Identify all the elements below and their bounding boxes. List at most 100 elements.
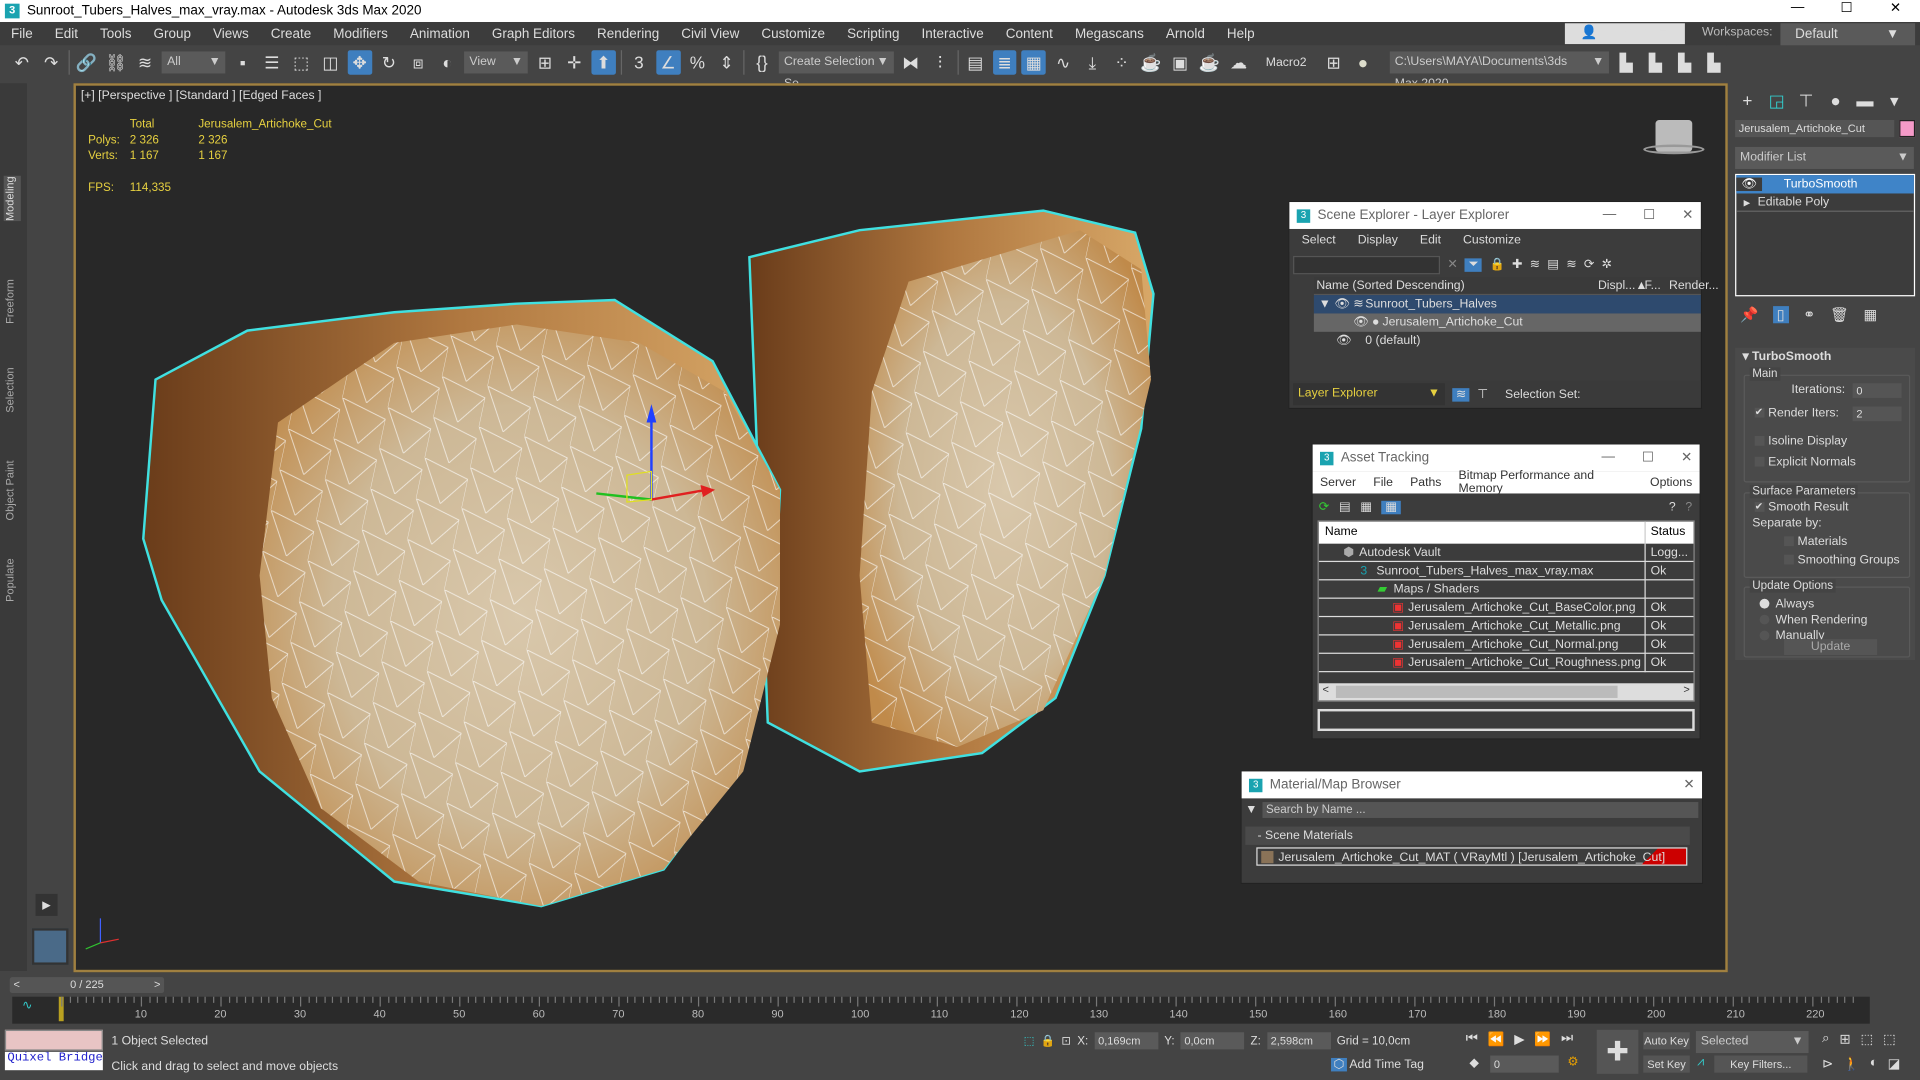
angle-snap-icon[interactable]: ∠ — [655, 50, 681, 75]
render-frame-icon[interactable]: ▣ — [1168, 50, 1192, 74]
menu-server[interactable]: Server — [1320, 476, 1356, 489]
menu-civil-view[interactable]: Civil View — [670, 26, 750, 41]
align-icon[interactable]: ⫶ — [928, 50, 952, 74]
pivot-icon[interactable]: ⊞ — [533, 50, 557, 74]
maximize-button[interactable]: ☐ — [1643, 207, 1655, 223]
options-icon[interactable]: ▼ — [1245, 803, 1257, 816]
tab-freeform[interactable]: Freeform — [4, 279, 16, 324]
material-item[interactable]: Jerusalem_Artichoke_Cut_MAT ( VRayMtl ) … — [1256, 847, 1688, 866]
field-of-view-icon[interactable]: ⊳ — [1822, 1056, 1833, 1072]
unlink-icon[interactable]: ⛓ — [104, 50, 128, 74]
window-crossing-icon[interactable]: ◫ — [318, 50, 342, 74]
play-icon[interactable]: ▶ — [1514, 1031, 1524, 1047]
y-coordinate-field[interactable]: 0,0cm — [1180, 1032, 1245, 1050]
configure-sets-icon[interactable]: ▦ — [1864, 306, 1878, 323]
x-coordinate-field[interactable]: 0,169cm — [1094, 1032, 1159, 1050]
modifier-turbosmooth[interactable]: 👁 TurboSmooth — [1736, 175, 1914, 194]
menu-graph-editors[interactable]: Graph Editors — [481, 26, 586, 41]
menu-select[interactable]: Select — [1302, 234, 1336, 247]
refresh-icon[interactable]: ⟳ — [1319, 500, 1329, 513]
project-settings-icon[interactable]: ▙ — [1614, 50, 1638, 74]
project-structure-icon[interactable]: ▙ — [1673, 50, 1697, 74]
redo-icon[interactable]: ↷ — [39, 50, 63, 74]
minimize-button[interactable]: — — [1773, 0, 1822, 16]
scale-icon[interactable]: ⧈ — [406, 50, 430, 74]
smooth-result-checkbox[interactable]: ✔ Smooth Result — [1754, 501, 1848, 514]
menu-edit[interactable]: Edit — [1420, 234, 1441, 247]
clear-icon[interactable]: ✕ — [1447, 258, 1457, 271]
time-slider[interactable]: <0 / 225 > — [9, 977, 165, 994]
modify-tab-icon[interactable]: ◲ — [1764, 88, 1788, 112]
close-button[interactable]: ✕ — [1871, 0, 1920, 16]
help-disabled-icon[interactable]: ? — [1685, 500, 1692, 513]
menu-file[interactable]: File — [1373, 476, 1393, 489]
asset-row[interactable]: 3 Sunroot_Tubers_Halves_max_vray.max Ok — [1318, 562, 1694, 581]
curve-editor-icon[interactable]: ∿ — [1051, 50, 1075, 74]
column-render[interactable]: Render... — [1669, 277, 1719, 295]
help-icon[interactable]: ? — [1669, 500, 1676, 513]
column-name[interactable]: Name — [1325, 522, 1358, 544]
sign-in-button[interactable]: 👤 Sign In ▼ — [1564, 23, 1685, 45]
modifier-editable-poly[interactable]: ▶ Editable Poly — [1736, 193, 1914, 212]
viewport-layout-icon[interactable]: ⊞ — [1322, 50, 1346, 74]
menu-display[interactable]: Display — [1358, 234, 1398, 247]
auto-key-button[interactable]: Auto Key — [1643, 1032, 1690, 1050]
selection-filter-dropdown[interactable]: All ▼ — [162, 51, 226, 74]
edit-named-selection-icon[interactable]: {} — [750, 50, 774, 74]
viewport-layout-tab[interactable] — [31, 928, 69, 965]
object-color-swatch[interactable] — [1899, 120, 1916, 138]
ribbon-icon[interactable]: ▦ — [1021, 50, 1047, 75]
menu-help[interactable]: Help — [1216, 26, 1266, 41]
close-button[interactable]: ✕ — [1683, 776, 1694, 793]
keyboard-shortcut-icon[interactable]: ⬆ — [591, 50, 616, 75]
select-by-name-icon[interactable]: ☰ — [260, 50, 284, 74]
render-iters-spinner[interactable]: 2 — [1852, 406, 1902, 422]
z-coordinate-field[interactable]: 2,598cm — [1266, 1032, 1331, 1050]
reference-coord-dropdown[interactable]: View ▼ — [464, 51, 528, 74]
rollout-header[interactable]: ▾ TurboSmooth — [1735, 348, 1915, 366]
tab-selection[interactable]: Selection — [4, 367, 16, 412]
scene-materials-header[interactable]: - Scene Materials — [1245, 826, 1690, 845]
filter-icon[interactable]: ⏷ — [1464, 257, 1483, 272]
time-config-icon[interactable]: ⚙ — [1567, 1056, 1578, 1069]
object-name-field[interactable]: Jerusalem_Artichoke_Cut — [1735, 120, 1895, 138]
track-bar[interactable]: ∿ 10 20 30 40 50 60 70 80 90 100 110 120 130 140 150 16… — [12, 996, 1870, 1024]
layer-explorer-icon[interactable]: ≣ — [992, 50, 1017, 75]
horizontal-scrollbar[interactable]: < > — [1318, 683, 1694, 701]
workspaces-dropdown[interactable]: Default ▼ — [1780, 23, 1916, 46]
render-cloud-icon[interactable]: ☁ — [1226, 50, 1250, 74]
motion-tab-icon[interactable]: ● — [1823, 88, 1847, 112]
asset-path-field[interactable] — [1317, 708, 1695, 732]
menu-interactive[interactable]: Interactive — [911, 26, 995, 41]
select-object-icon[interactable]: ▪ — [230, 50, 254, 74]
viewcube-icon[interactable] — [1643, 120, 1705, 164]
key-mode-icon[interactable]: ◆ — [1469, 1057, 1478, 1070]
next-key-icon[interactable]: ⏩ — [1534, 1031, 1551, 1047]
asset-row[interactable]: ▣ Jerusalem_Artichoke_Cut_Metallic.png Ok — [1318, 617, 1694, 636]
render-iters-checkbox[interactable]: ✔ Render Iters: — [1754, 407, 1839, 420]
tree-view-icon[interactable]: ▦ — [1360, 500, 1372, 513]
egg-icon[interactable]: ● — [1351, 50, 1375, 74]
menu-bitmap-performance[interactable]: Bitmap Performance and Memory — [1459, 469, 1633, 496]
modifier-list-dropdown[interactable]: Modifier List ▼ — [1735, 146, 1914, 169]
show-end-result-icon[interactable]: ▯ — [1773, 306, 1789, 324]
key-filters-button[interactable]: Key Filters... — [1714, 1055, 1808, 1073]
table-view-icon[interactable]: ▦ — [1381, 500, 1401, 514]
quixel-bridge-input[interactable]: Quixel Bridge — [4, 1051, 103, 1071]
zoom-extents-icon[interactable]: ⬚ — [1860, 1031, 1873, 1047]
utilities-tab-icon[interactable]: ▾ — [1882, 88, 1906, 112]
tab-modeling[interactable]: Modeling — [3, 176, 21, 222]
zoom-icon[interactable]: ⌕ — [1822, 1031, 1830, 1047]
close-button[interactable]: ✕ — [1682, 207, 1693, 223]
layer-explorer-icon[interactable]: ≋ — [1452, 387, 1470, 402]
selection-lock-icon[interactable]: 🔒 — [1041, 1034, 1056, 1047]
maximize-button[interactable]: ☐ — [1642, 449, 1654, 466]
layer-settings-icon[interactable]: ✲ — [1601, 258, 1611, 271]
lock-icon[interactable]: 🔒 — [1489, 258, 1504, 271]
spinner-snap-icon[interactable]: ⇕ — [714, 50, 738, 74]
menu-customize[interactable]: Customize — [1463, 234, 1521, 247]
hierarchy-tab-icon[interactable]: ⊤ — [1794, 88, 1818, 112]
layer-tool-icon[interactable]: ▤ — [1547, 258, 1559, 271]
menu-megascans[interactable]: Megascans — [1064, 26, 1155, 41]
viewport-label[interactable]: [+] [Perspective ] [Standard ] [Edged Fa… — [81, 89, 322, 102]
